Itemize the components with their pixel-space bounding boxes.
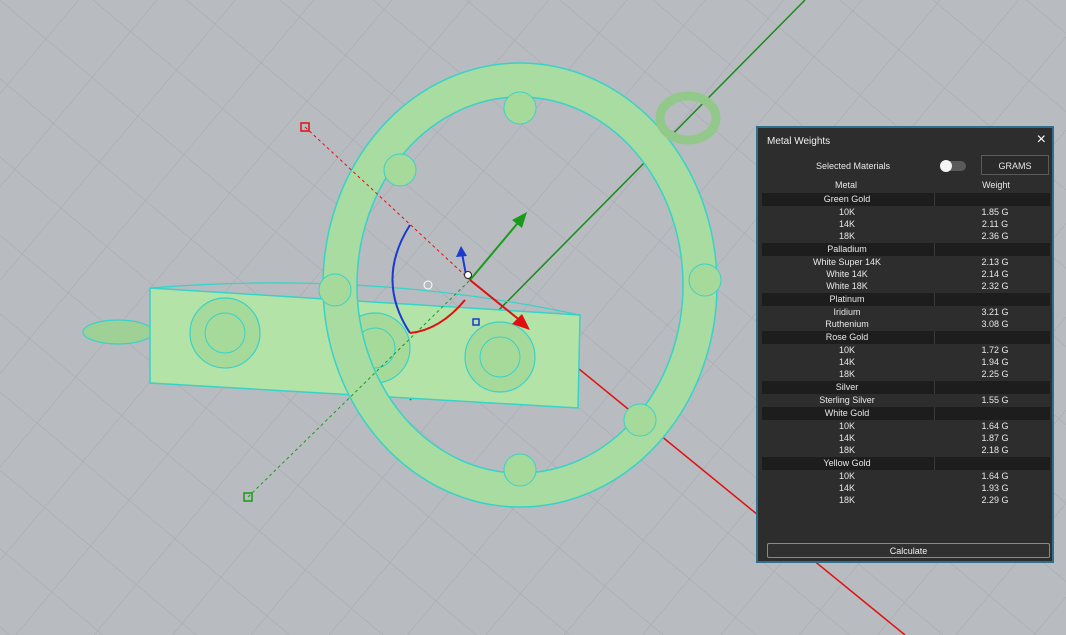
table-row: 18K 2.18 G — [762, 444, 1050, 456]
column-divider — [934, 243, 935, 256]
column-header-metal: Metal — [834, 180, 857, 190]
metal-name: 18K — [838, 231, 855, 241]
close-icon[interactable]: × — [1037, 131, 1046, 149]
table-row: 14K 2.11 G — [762, 218, 1050, 230]
metal-weight: 1.64 G — [981, 471, 1009, 481]
metal-weights-panel: Metal Weights × Selected Materials GRAMS… — [756, 126, 1054, 563]
metal-weight: 2.29 G — [981, 495, 1009, 505]
metal-weight: 3.08 G — [981, 319, 1009, 329]
metal-name: 10K — [838, 207, 855, 217]
metal-weight: 2.14 G — [981, 269, 1009, 279]
table-row: 10K 1.72 G — [762, 344, 1050, 356]
group-header: Rose Gold — [762, 331, 1050, 344]
metal-weight: 3.21 G — [981, 307, 1009, 317]
table-row: White Super 14K 2.13 G — [762, 256, 1050, 268]
metal-weight: 1.93 G — [981, 483, 1009, 493]
table-row: 18K 2.29 G — [762, 494, 1050, 506]
column-divider — [934, 407, 935, 420]
metal-name: Sterling Silver — [819, 395, 875, 405]
metal-name: 18K — [838, 369, 855, 379]
metal-name: 14K — [838, 433, 855, 443]
column-divider — [934, 331, 935, 344]
metal-weight: 1.64 G — [981, 421, 1009, 431]
group-name: Platinum — [829, 294, 865, 304]
table-row: Iridium 3.21 G — [762, 306, 1050, 318]
table-row: 10K 1.85 G — [762, 206, 1050, 218]
group-header: Green Gold — [762, 193, 1050, 206]
group-name: Yellow Gold — [823, 458, 871, 468]
table-row: 10K 1.64 G — [762, 470, 1050, 482]
table-row: Sterling Silver 1.55 G — [762, 394, 1050, 406]
group-header: Yellow Gold — [762, 457, 1050, 470]
selected-materials-label: Selected Materials — [816, 161, 891, 171]
table-row: Ruthenium 3.08 G — [762, 318, 1050, 330]
group-name: Palladium — [827, 244, 867, 254]
table-row: 10K 1.64 G — [762, 420, 1050, 432]
table-header: Metal Weight — [762, 180, 1050, 192]
table-row: 14K 1.94 G — [762, 356, 1050, 368]
metal-name: 14K — [838, 357, 855, 367]
selected-materials-toggle[interactable] — [940, 160, 966, 172]
metal-name: 10K — [838, 421, 855, 431]
metal-weight: 1.72 G — [981, 345, 1009, 355]
metal-name: 18K — [838, 495, 855, 505]
metal-name: 10K — [838, 345, 855, 355]
metal-weight: 2.32 G — [981, 281, 1009, 291]
gumball-center[interactable] — [464, 271, 472, 279]
metal-name: Ruthenium — [825, 319, 869, 329]
group-name: White Gold — [824, 408, 870, 418]
table-row: White 14K 2.14 G — [762, 268, 1050, 280]
metal-weight: 2.36 G — [981, 231, 1009, 241]
column-divider — [934, 381, 935, 394]
table-row: 14K 1.87 G — [762, 432, 1050, 444]
metal-name: 14K — [838, 219, 855, 229]
metal-name: White 18K — [826, 281, 868, 291]
metal-name: 14K — [838, 483, 855, 493]
table-row: White 18K 2.32 G — [762, 280, 1050, 292]
group-name: Silver — [835, 382, 859, 392]
metal-weights-table: Green Gold 10K 1.85 G 14K 2.11 G 18K 2.36 G Pal… — [762, 192, 1050, 506]
column-divider — [934, 293, 935, 306]
metal-name: 18K — [838, 445, 855, 455]
group-header: Palladium — [762, 243, 1050, 256]
metal-weight: 1.94 G — [981, 357, 1009, 367]
metal-name: 10K — [838, 471, 855, 481]
metal-weight: 2.18 G — [981, 445, 1009, 455]
group-header: Silver — [762, 381, 1050, 394]
group-name: Rose Gold — [825, 332, 869, 342]
panel-title: Metal Weights — [767, 136, 831, 147]
metal-name: White Super 14K — [812, 257, 882, 267]
metal-weight: 2.13 G — [981, 257, 1009, 267]
metal-weight: 2.25 G — [981, 369, 1009, 379]
metal-weight: 1.85 G — [981, 207, 1009, 217]
group-name: Green Gold — [823, 194, 871, 204]
metal-weight: 1.87 G — [981, 433, 1009, 443]
table-row: 14K 1.93 G — [762, 482, 1050, 494]
column-divider — [934, 193, 935, 206]
table-row: 18K 2.36 G — [762, 230, 1050, 242]
metal-name: White 14K — [826, 269, 868, 279]
metal-name: Iridium — [833, 307, 861, 317]
units-button[interactable]: GRAMS — [981, 155, 1049, 175]
group-header: White Gold — [762, 407, 1050, 420]
calculate-button[interactable]: Calculate — [767, 543, 1050, 558]
metal-weight: 1.55 G — [981, 395, 1009, 405]
toggle-knob — [940, 160, 952, 172]
column-header-weight: Weight — [982, 180, 1010, 190]
table-row: 18K 2.25 G — [762, 368, 1050, 380]
column-divider — [934, 457, 935, 470]
metal-weight: 2.11 G — [981, 219, 1009, 229]
group-header: Platinum — [762, 293, 1050, 306]
